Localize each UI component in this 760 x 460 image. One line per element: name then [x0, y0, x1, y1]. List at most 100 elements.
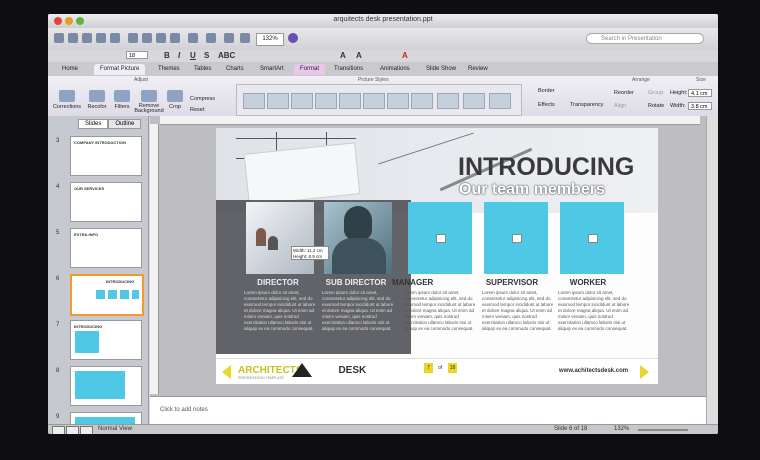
tab-animations[interactable]: Animations — [374, 64, 416, 75]
status-bar: Normal View Slide 6 of 18 132% — [48, 424, 718, 434]
prev-arrow-icon[interactable] — [222, 365, 231, 379]
member-description[interactable]: Lorem ipsum dolor sit amet, consectetur … — [404, 290, 478, 332]
person-figure — [268, 236, 278, 250]
recolor-button[interactable]: Recolor — [84, 90, 110, 110]
slide-thumbnail[interactable]: 5 EXTRA INFO — [52, 228, 144, 270]
role-title[interactable]: SUPERVISOR — [472, 278, 552, 287]
normal-view-icon[interactable] — [52, 426, 65, 434]
slide-show-icon[interactable] — [80, 426, 93, 434]
slide-thumbnail[interactable]: 7 INTRODUCING — [52, 320, 144, 362]
sub-director-photo[interactable] — [324, 202, 392, 274]
shadow-button[interactable]: S — [204, 51, 209, 60]
member-description[interactable]: Lorem ipsum dolor sit amet, consectetur … — [244, 290, 318, 332]
undo-icon[interactable] — [188, 33, 198, 43]
search-input[interactable]: Search in Presentation — [586, 33, 704, 44]
picture-style-10[interactable] — [463, 93, 485, 109]
picture-style-1[interactable] — [243, 93, 265, 109]
current-slide[interactable]: INTRODUCING Our team members DIRECTOR SU… — [216, 128, 658, 384]
member-description[interactable]: Lorem ipsum dolor sit amet, consectetur … — [322, 290, 396, 332]
decrease-font-button[interactable]: A — [356, 51, 362, 60]
role-title[interactable]: MANAGER — [392, 278, 472, 287]
manager-photo-placeholder[interactable] — [408, 202, 472, 274]
bold-button[interactable]: B — [164, 51, 170, 60]
gallery-icon[interactable] — [240, 33, 250, 43]
role-title[interactable]: WORKER — [548, 278, 628, 287]
effects-button[interactable]: Effects — [538, 102, 555, 108]
slide-subheading[interactable]: Our team members — [459, 181, 605, 199]
picture-style-8[interactable] — [411, 93, 433, 109]
vertical-scrollbar[interactable] — [706, 116, 718, 424]
height-field[interactable]: 4.1 cm — [688, 89, 712, 97]
tab-transitions[interactable]: Transitions — [328, 64, 369, 75]
slide-thumbnail[interactable]: 8 — [52, 366, 144, 408]
open-icon[interactable] — [82, 33, 92, 43]
width-field[interactable]: 3.8 cm — [688, 102, 712, 110]
underline-button[interactable]: U — [190, 51, 196, 60]
remove-background-button[interactable]: Remove Background — [134, 90, 164, 114]
tab-slides[interactable]: Slides — [78, 119, 109, 129]
tab-slide-show[interactable]: Slide Show — [420, 64, 462, 75]
next-arrow-icon[interactable] — [640, 365, 649, 379]
increase-font-button[interactable]: A — [340, 51, 346, 60]
picture-style-5[interactable] — [339, 93, 361, 109]
cut-icon[interactable] — [128, 33, 138, 43]
font-size-field[interactable]: 18 — [126, 51, 148, 59]
notes-pane[interactable]: Click to add notes — [150, 396, 706, 425]
status-zoom[interactable]: 132% — [614, 426, 629, 432]
tab-home[interactable]: Home — [56, 64, 84, 75]
reset-button[interactable]: Reset — [190, 107, 204, 113]
rotate-button[interactable]: Rotate — [648, 103, 664, 109]
redo-icon[interactable] — [206, 33, 216, 43]
print-icon[interactable] — [110, 33, 120, 43]
picture-styles-gallery[interactable] — [236, 84, 522, 116]
font-color-button[interactable]: A — [402, 51, 408, 60]
picture-style-9[interactable] — [437, 93, 459, 109]
tab-smartart[interactable]: SmartArt — [254, 64, 290, 75]
tab-review[interactable]: Review — [462, 64, 494, 75]
save-icon[interactable] — [96, 33, 106, 43]
slide-thumbnail[interactable]: 3 COMPANY INTRODUCTION — [52, 136, 144, 178]
tab-outline[interactable]: Outline — [108, 119, 142, 129]
filters-button[interactable]: Filters — [110, 90, 134, 110]
tab-format-picture[interactable]: Format Picture — [94, 64, 146, 75]
picture-style-4[interactable] — [315, 93, 337, 109]
member-description[interactable]: Lorem ipsum dolor sit amet, consectetur … — [558, 290, 632, 332]
crop-button[interactable]: Crop — [166, 90, 184, 110]
tab-tables[interactable]: Tables — [188, 64, 217, 75]
strikethrough-button[interactable]: ABC — [218, 51, 235, 60]
copy-icon[interactable] — [142, 33, 152, 43]
role-title[interactable]: SUB DIRECTOR — [316, 278, 396, 287]
new-icon[interactable] — [54, 33, 64, 43]
zoom-field[interactable]: 132% — [256, 33, 284, 46]
picture-style-6[interactable] — [363, 93, 385, 109]
compress-button[interactable]: Compress — [190, 96, 215, 102]
picture-style-3[interactable] — [291, 93, 313, 109]
corrections-button[interactable]: Corrections — [52, 90, 82, 110]
picture-style-2[interactable] — [267, 93, 289, 109]
slide-thumbnail-selected[interactable]: 6 INTRODUCING — [52, 274, 144, 316]
border-button[interactable]: Border — [538, 88, 555, 94]
tab-themes[interactable]: Themes — [152, 64, 186, 75]
role-title[interactable]: DIRECTOR — [238, 278, 318, 287]
insert-picture-icon[interactable] — [224, 33, 234, 43]
picture-style-11[interactable] — [489, 93, 511, 109]
templates-icon[interactable] — [68, 33, 78, 43]
format-painter-icon[interactable] — [170, 33, 180, 43]
worker-photo-placeholder[interactable] — [560, 202, 624, 274]
tab-charts[interactable]: Charts — [220, 64, 250, 75]
tab-format[interactable]: Format — [294, 64, 326, 75]
slide-heading[interactable]: INTRODUCING — [458, 153, 634, 182]
reorder-button[interactable]: Reorder — [614, 90, 634, 96]
supervisor-photo-placeholder[interactable] — [484, 202, 548, 274]
paste-icon[interactable] — [156, 33, 166, 43]
align-button[interactable]: Align — [614, 103, 626, 109]
group-button[interactable]: Group — [648, 90, 663, 96]
italic-button[interactable]: I — [178, 51, 180, 60]
slide-sorter-icon[interactable] — [66, 426, 79, 434]
picture-style-7[interactable] — [387, 93, 409, 109]
help-icon[interactable] — [288, 33, 298, 43]
director-photo[interactable] — [246, 202, 314, 274]
member-description[interactable]: Lorem ipsum dolor sit amet, consectetur … — [482, 290, 556, 332]
zoom-slider[interactable] — [638, 429, 688, 431]
slide-thumbnail[interactable]: 4 OUR SERVICES — [52, 182, 144, 224]
